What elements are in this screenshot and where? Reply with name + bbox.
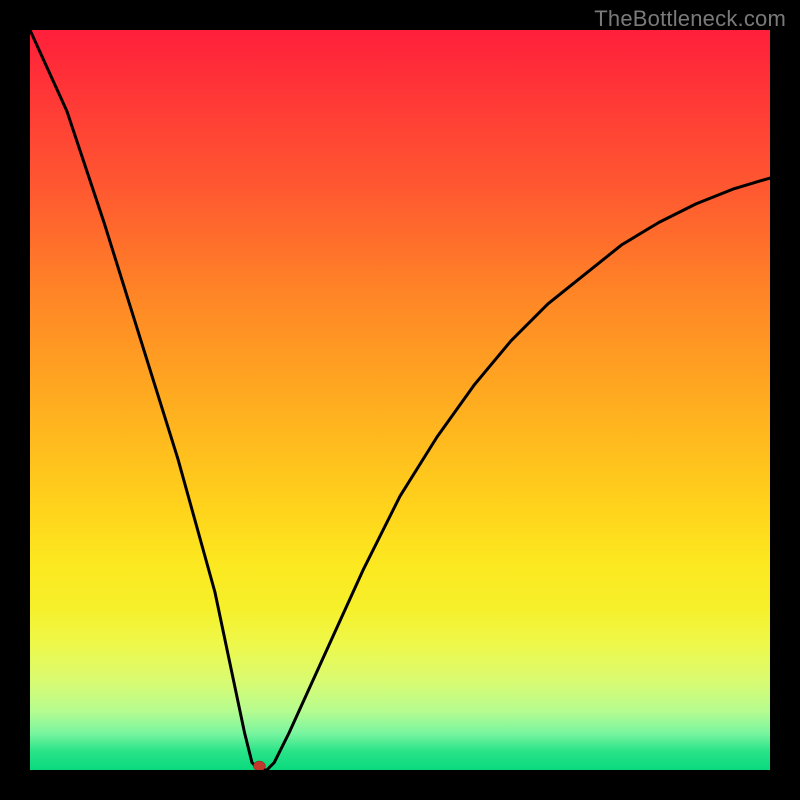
- curve-layer: [30, 30, 770, 770]
- plot-area: [30, 30, 770, 770]
- watermark-text: TheBottleneck.com: [594, 6, 786, 32]
- bottleneck-curve: [30, 30, 770, 770]
- optimum-marker-icon: [253, 761, 265, 770]
- chart-stage: TheBottleneck.com: [0, 0, 800, 800]
